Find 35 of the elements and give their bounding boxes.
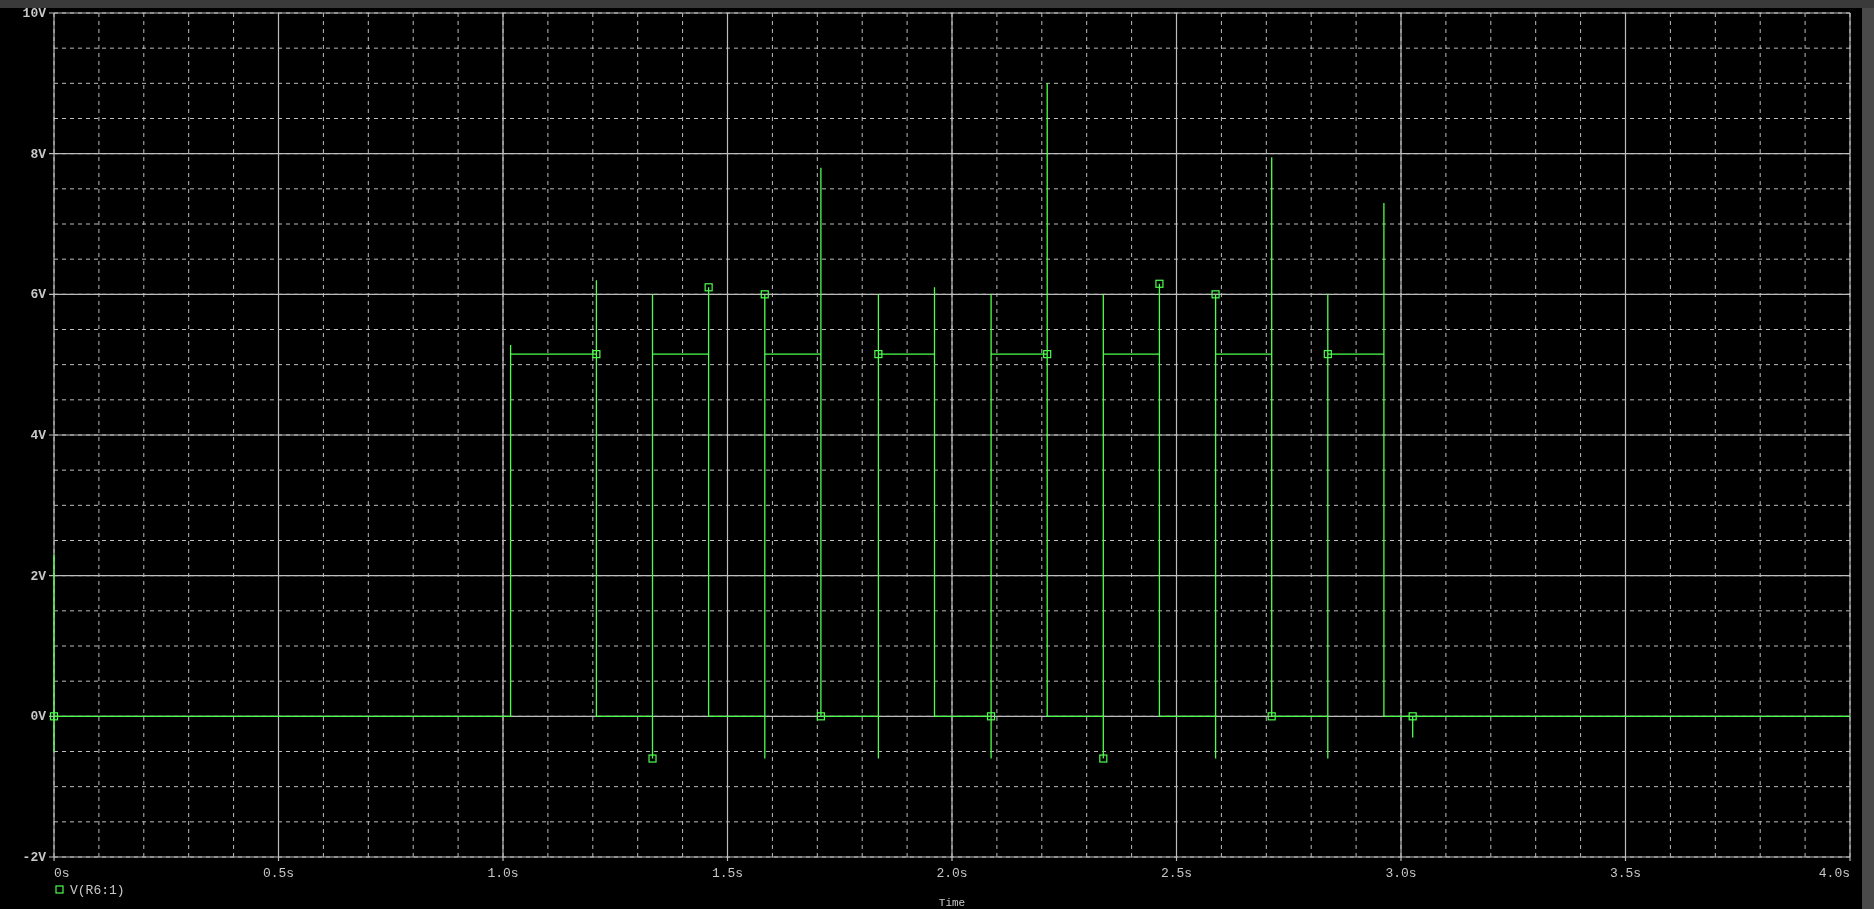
- axis-tick-label: 2V: [30, 568, 46, 584]
- data-point-marker: [1267, 712, 1276, 721]
- data-point-marker: [1323, 350, 1332, 359]
- axis-tick-label: 4.0s: [1818, 866, 1850, 881]
- axis-tick-label: 3.5s: [1609, 866, 1642, 881]
- data-point-marker: [986, 712, 996, 721]
- data-point-marker: [874, 350, 883, 359]
- data-point-marker: [592, 350, 601, 359]
- axis-tick-label: 2.5s: [1160, 866, 1193, 881]
- data-point-marker: [49, 712, 59, 721]
- axis-tick-label: 6V: [30, 287, 46, 303]
- data-point-marker: [1408, 712, 1417, 721]
- axis-tick-label: 3.0s: [1385, 866, 1417, 881]
- data-point-marker: [760, 290, 769, 299]
- axis-tick-label: 0V: [30, 709, 46, 725]
- axis-tick-label: 10V: [22, 8, 46, 21]
- data-point-marker: [648, 754, 657, 763]
- axis-tick-label: 0.5s: [262, 866, 295, 881]
- axis-tick-label: 2.0s: [936, 866, 968, 881]
- axis-tick-label: 4V: [30, 428, 46, 443]
- axis-tick-label: 1.5s: [711, 866, 744, 881]
- data-point-marker: [1099, 754, 1108, 763]
- axis-title: Time: [938, 897, 966, 909]
- axis-tick-label: 1.0s: [487, 866, 519, 881]
- axis-tick-label: 0s: [54, 866, 70, 881]
- data-point-marker: [1211, 290, 1220, 299]
- axis-tick-label: -2V: [22, 850, 46, 865]
- data-point-marker: [816, 712, 825, 721]
- legend-marker-icon: [55, 885, 64, 894]
- axis-tick-label: 8V: [30, 146, 46, 162]
- legend-label: V(R6:1): [70, 883, 125, 898]
- data-point-marker: [1155, 279, 1164, 288]
- data-point-marker: [704, 283, 713, 292]
- scrollbar[interactable]: [1862, 8, 1874, 909]
- data-point-marker: [1043, 350, 1052, 359]
